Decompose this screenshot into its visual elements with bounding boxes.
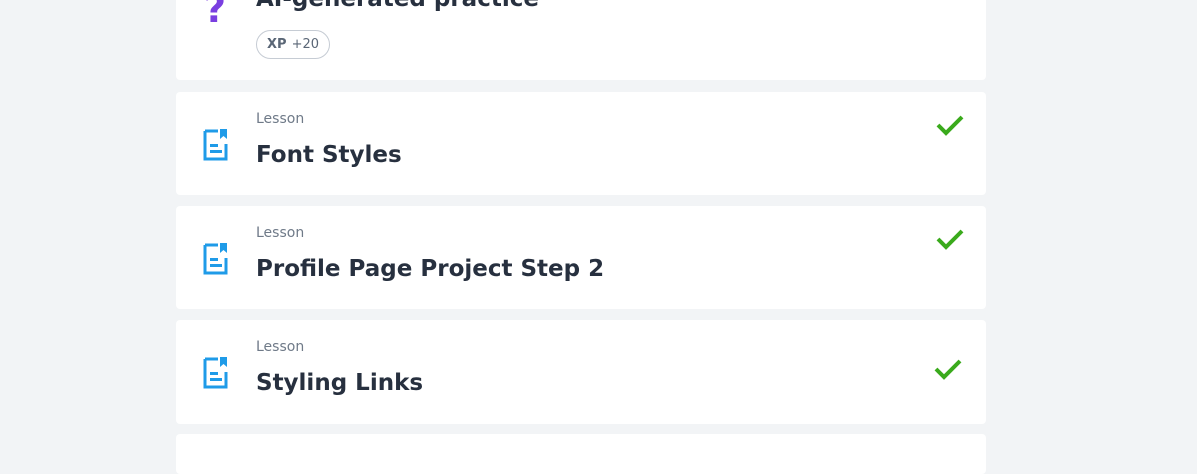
question-icon: ? — [204, 0, 227, 31]
lesson-kicker: Lesson — [256, 111, 305, 127]
xp-value: +20 — [291, 37, 319, 52]
xp-badge: XP +20 — [256, 30, 330, 59]
lesson-title[interactable]: Profile Page Project Step 2 — [256, 258, 604, 281]
lesson-card[interactable]: Lesson Styling Links — [176, 320, 986, 424]
check-icon — [936, 115, 964, 136]
lesson-card[interactable]: Lesson Font Styles — [176, 92, 986, 195]
check-icon — [936, 229, 964, 250]
lesson-kicker: Lesson — [256, 339, 305, 355]
practice-title[interactable]: AI-generated practice — [256, 0, 539, 11]
practice-card[interactable]: ? AI-generated practice XP +20 — [176, 0, 986, 80]
lesson-document-icon — [203, 129, 228, 161]
lesson-document-icon — [203, 243, 228, 275]
lesson-kicker: Lesson — [256, 225, 305, 241]
lesson-title[interactable]: Font Styles — [256, 144, 402, 167]
lesson-card[interactable]: Lesson Profile Page Project Step 2 — [176, 206, 986, 309]
next-card-partial[interactable] — [176, 434, 986, 474]
lesson-title[interactable]: Styling Links — [256, 372, 423, 395]
lesson-document-icon — [203, 357, 228, 389]
xp-label: XP — [267, 37, 287, 52]
check-icon — [934, 359, 962, 380]
